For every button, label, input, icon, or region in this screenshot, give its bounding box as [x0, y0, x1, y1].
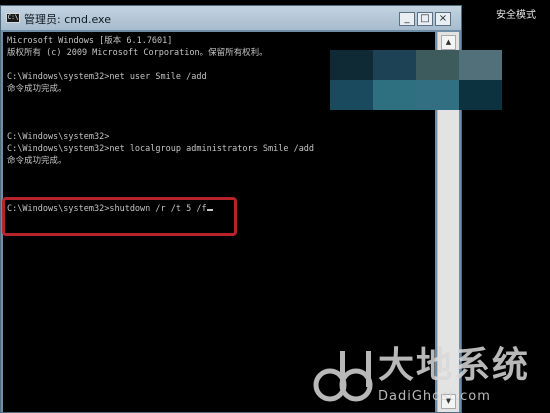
minimize-button[interactable]: _ [399, 12, 415, 26]
mosaic-tile [330, 80, 373, 110]
mosaic-tile [459, 80, 502, 110]
close-button[interactable]: × [435, 12, 451, 26]
current-command: C:\Windows\system32>shutdown /r /t 5 /f [7, 204, 207, 214]
maximize-button[interactable]: □ [417, 12, 433, 26]
watermark-chinese-text: 大地系统 [378, 345, 531, 386]
watermark: 大地系统 DadiGhost.com [312, 345, 544, 411]
mosaic-tile [459, 50, 502, 80]
window-title: 管理员: cmd.exe [24, 13, 111, 26]
mosaic-tile [416, 50, 459, 80]
mosaic-tile [330, 50, 373, 80]
watermark-logo-icon [313, 351, 373, 402]
mosaic-tile [416, 80, 459, 110]
cmd-icon: C:\ [6, 13, 20, 23]
console-line: Microsoft Windows [版本 6.1.7601] [7, 36, 173, 46]
scroll-up-arrow-icon[interactable]: ▲ [441, 35, 456, 50]
pixelated-mosaic [330, 50, 520, 112]
console-prompt-line[interactable]: C:\Windows\system32>shutdown /r /t 5 /f [7, 203, 435, 215]
desktop: 安全模式 C:\ 管理员: cmd.exe _ □ × Microsoft Wi… [0, 0, 550, 413]
mosaic-tile [373, 50, 416, 80]
console-line: C:\Windows\system32> [7, 132, 110, 142]
console-line: C:\Windows\system32>net localgroup admin… [7, 144, 315, 154]
safe-mode-label: 安全模式 [496, 10, 536, 21]
console-line: 命令成功完成。 [7, 156, 67, 166]
text-cursor [206, 209, 213, 211]
mosaic-tile [373, 80, 416, 110]
watermark-english-text: DadiGhost.com [378, 389, 491, 404]
title-bar[interactable]: C:\ 管理员: cmd.exe _ □ × [1, 6, 461, 30]
